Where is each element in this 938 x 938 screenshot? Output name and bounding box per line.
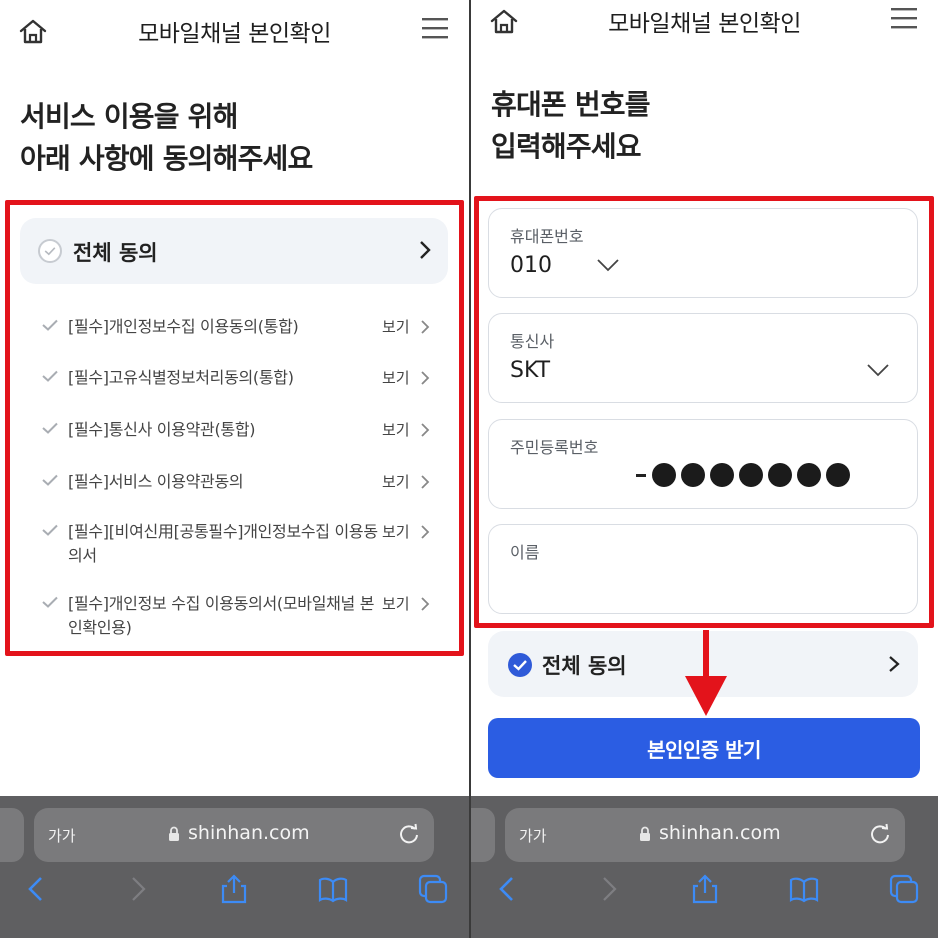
url-host: shinhan.com: [659, 822, 781, 844]
agree-all-checkbox[interactable]: [38, 239, 62, 263]
mask-dot: [797, 463, 821, 487]
carrier-select[interactable]: 통신사 SKT: [488, 313, 918, 403]
phone-prefix-select[interactable]: 휴대폰번호 010: [488, 208, 918, 298]
rrn-label: 주민등록번호: [510, 438, 599, 457]
page-title: 모바일채널 본인확인: [608, 11, 801, 37]
chevron-right-icon[interactable]: [420, 474, 430, 490]
check-icon: [42, 474, 58, 486]
share-icon[interactable]: [690, 874, 720, 904]
bookmarks-icon[interactable]: [318, 874, 348, 904]
term-label: [필수]개인정보수집 이용동의(통합): [68, 317, 299, 336]
tabs-icon[interactable]: [889, 874, 919, 904]
mask-dot: [768, 463, 792, 487]
browser-nav: [471, 874, 938, 914]
rrn-dash: [636, 473, 646, 477]
check-icon: [42, 524, 58, 536]
check-icon: [42, 370, 58, 382]
bookmarks-icon[interactable]: [789, 874, 819, 904]
mask-dot: [652, 463, 676, 487]
forward-icon[interactable]: [122, 874, 152, 904]
screenshot-comparison: 모바일채널 본인확인 서비스 이용을 위해 아래 사항에 동의해주세요 전체 동…: [0, 0, 938, 938]
carrier-value: SKT: [510, 358, 551, 383]
back-icon[interactable]: [22, 874, 52, 904]
tabs-icon[interactable]: [418, 874, 448, 904]
page-title: 모바일채널 본인확인: [138, 21, 331, 47]
browser-toolbar: 가가 shinhan.com: [0, 796, 469, 938]
chevron-right-icon[interactable]: [888, 655, 900, 673]
browser-toolbar: 가가 shinhan.com: [471, 796, 938, 938]
view-link[interactable]: 보기: [382, 592, 410, 616]
view-link[interactable]: 보기: [382, 366, 410, 390]
name-field[interactable]: 이름: [488, 524, 918, 614]
lock-icon: [640, 826, 650, 841]
heading-line-1: 휴대폰 번호를: [491, 88, 651, 121]
previous-tab[interactable]: [0, 808, 24, 862]
term-label: [필수]통신사 이용약관(통합): [68, 420, 256, 439]
chevron-down-icon[interactable]: [597, 259, 619, 272]
down-arrow-annotation: [685, 630, 727, 716]
address-bar[interactable]: 가가 shinhan.com: [505, 808, 905, 862]
check-icon: [42, 422, 58, 434]
chevron-right-icon[interactable]: [420, 319, 430, 335]
chevron-right-icon[interactable]: [418, 240, 432, 260]
mask-dot: [710, 463, 734, 487]
app-header: 모바일채널 본인확인: [471, 0, 938, 60]
mask-dot: [739, 463, 763, 487]
reload-icon[interactable]: [398, 823, 420, 845]
heading-line-1: 서비스 이용을 위해: [20, 100, 238, 133]
term-label: [필수]개인정보 수집 이용동의서(모바일채널 본인확인용): [68, 594, 375, 637]
chevron-right-icon[interactable]: [420, 370, 430, 386]
view-link[interactable]: 보기: [382, 520, 410, 544]
url-host: shinhan.com: [188, 822, 310, 844]
consent-screen: 모바일채널 본인확인 서비스 이용을 위해 아래 사항에 동의해주세요 전체 동…: [0, 0, 469, 938]
phone-prefix-value: 010: [510, 253, 552, 278]
address-bar[interactable]: 가가 shinhan.com: [34, 808, 434, 862]
mask-dot: [681, 463, 705, 487]
chevron-right-icon[interactable]: [420, 422, 430, 438]
consent-heading: 서비스 이용을 위해 아래 사항에 동의해주세요: [20, 96, 313, 180]
menu-icon[interactable]: [421, 16, 449, 40]
term-label: [필수]고유식별정보처리동의(통합): [68, 368, 294, 387]
rrn-masked-input[interactable]: [636, 463, 855, 487]
view-link[interactable]: 보기: [382, 470, 410, 494]
heading-line-2: 입력해주세요: [491, 130, 642, 163]
lock-icon: [169, 826, 179, 841]
agree-all-checkbox[interactable]: [508, 653, 532, 677]
view-link[interactable]: 보기: [382, 418, 410, 442]
agree-all-label: 전체 동의: [73, 241, 158, 265]
text-size-button[interactable]: 가가: [48, 825, 76, 846]
browser-nav: [0, 874, 469, 914]
share-icon[interactable]: [219, 874, 249, 904]
verify-heading: 휴대폰 번호를 입력해주세요: [491, 84, 651, 168]
view-link[interactable]: 보기: [382, 315, 410, 339]
term-label: [필수][비여신用[공통필수]개인정보수집 이용동의서: [68, 522, 378, 565]
check-icon: [42, 319, 58, 331]
carrier-label: 통신사: [510, 332, 555, 351]
app-header: 모바일채널 본인확인: [0, 0, 469, 60]
menu-icon[interactable]: [890, 6, 918, 30]
phone-label: 휴대폰번호: [510, 227, 584, 246]
heading-line-2: 아래 사항에 동의해주세요: [20, 142, 313, 175]
chevron-right-icon[interactable]: [420, 596, 430, 612]
name-label: 이름: [510, 543, 540, 562]
mask-dot: [826, 463, 850, 487]
check-icon: [42, 596, 58, 608]
term-label: [필수]서비스 이용약관동의: [68, 472, 244, 491]
previous-tab[interactable]: [471, 808, 495, 862]
agree-all-row[interactable]: 전체 동의: [20, 218, 448, 284]
text-size-button[interactable]: 가가: [519, 825, 547, 846]
verify-button[interactable]: 본인인증 받기: [488, 718, 920, 778]
forward-icon[interactable]: [593, 874, 623, 904]
reload-icon[interactable]: [869, 823, 891, 845]
agree-all-label: 전체 동의: [542, 654, 627, 678]
chevron-right-icon[interactable]: [420, 524, 430, 540]
back-icon[interactable]: [493, 874, 523, 904]
chevron-down-icon[interactable]: [867, 364, 889, 377]
